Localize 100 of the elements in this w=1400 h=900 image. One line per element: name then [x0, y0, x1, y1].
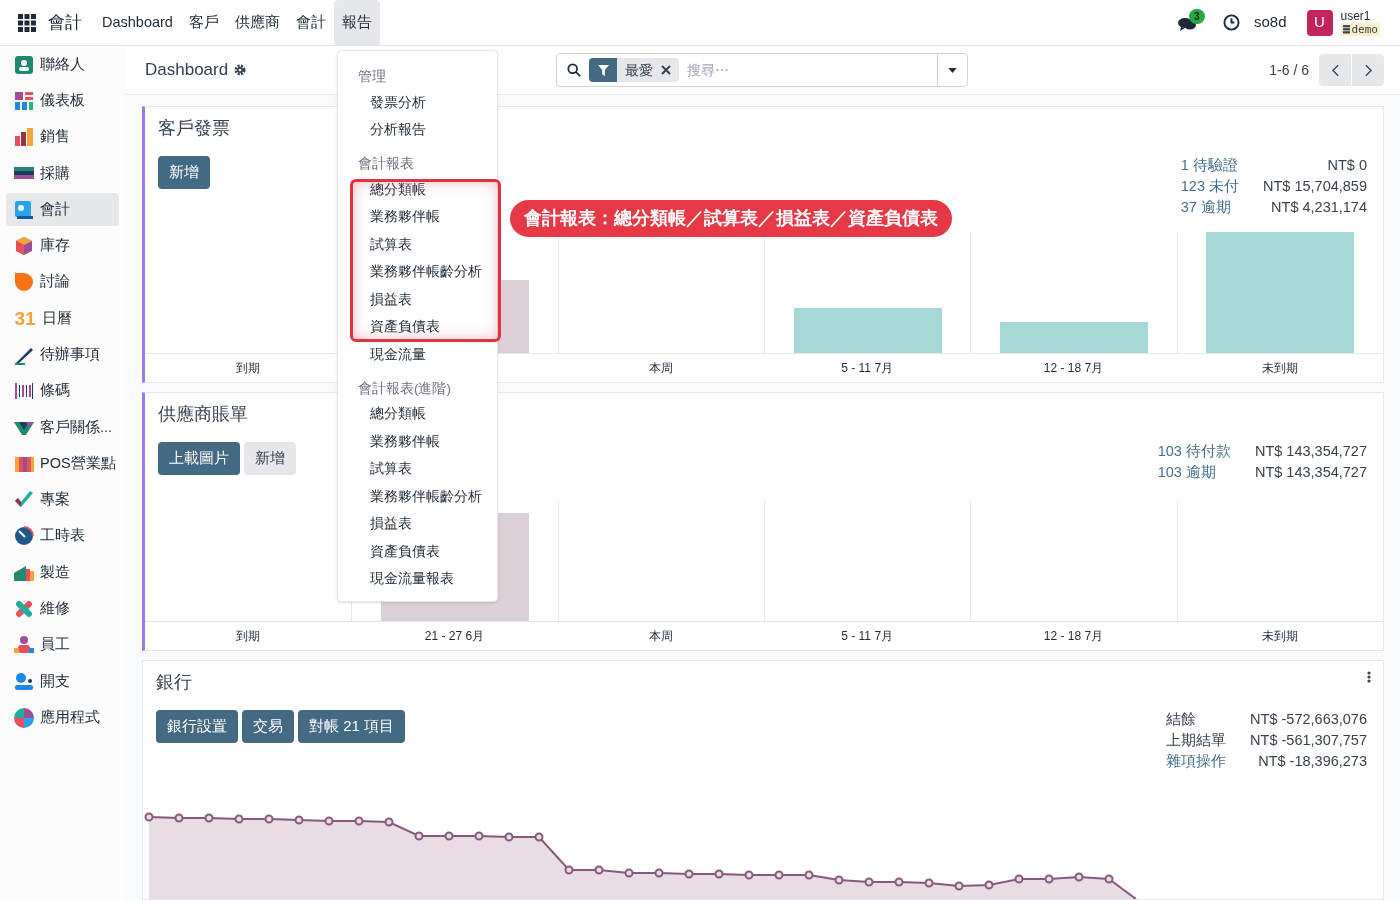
nav-menu-item[interactable]: 會計: [287, 0, 334, 46]
filter-facet[interactable]: 最愛: [589, 58, 680, 82]
search-input[interactable]: 搜尋⋯: [687, 59, 938, 81]
menu-item[interactable]: 試算表: [370, 234, 412, 255]
menu-item[interactable]: 業務夥伴帳齡分析: [370, 486, 482, 507]
stat-label[interactable]: 103 逾期: [1157, 462, 1231, 483]
chart-point: [654, 868, 664, 878]
action-button[interactable]: 銀行設置: [156, 710, 238, 743]
chart-point: [864, 877, 874, 887]
stat-label[interactable]: 123 未付: [1180, 176, 1239, 197]
chart-point: [1044, 874, 1054, 884]
quartered-circle-icon: [14, 707, 34, 728]
chart-point: [894, 877, 904, 887]
sidebar-item[interactable]: 製造: [6, 556, 119, 590]
menu-item[interactable]: 資產負債表: [370, 317, 440, 338]
sidebar-item[interactable]: 維修: [6, 592, 119, 626]
chart-point: [324, 816, 334, 826]
chart-point: [504, 832, 514, 842]
sidebar-item[interactable]: 庫存: [6, 229, 119, 263]
stat-label[interactable]: 雜項操作: [1166, 751, 1227, 772]
menu-item[interactable]: 業務夥伴帳: [370, 207, 440, 228]
sidebar-item[interactable]: 銷售: [6, 120, 119, 154]
stat-value: NT$ -18,396,273: [1257, 752, 1367, 771]
sidebar-label: 聯絡人: [40, 54, 85, 74]
chart-point: [234, 814, 244, 824]
app-grid-icon[interactable]: [18, 13, 36, 32]
sidebar-item[interactable]: POS營業點: [6, 447, 119, 481]
sidebar-item[interactable]: 採購: [6, 156, 119, 190]
sidebar-item[interactable]: 31 日曆: [6, 302, 119, 336]
chart-point: [204, 813, 214, 823]
sidebar-item[interactable]: 條碼: [6, 374, 119, 408]
axis-label: 5 - 11 7月: [841, 360, 894, 377]
speech-bubble-icon: [14, 272, 34, 293]
nav-menu-item[interactable]: 報告: [333, 0, 380, 46]
sidebar-label: 員工: [40, 635, 70, 655]
close-icon[interactable]: [661, 65, 672, 75]
action-button[interactable]: 新增: [244, 442, 296, 475]
chart-point: [384, 817, 394, 827]
nav-menu-item[interactable]: Dashboard: [94, 0, 181, 46]
contact-card-icon: [14, 54, 34, 75]
stat-label[interactable]: 1 待驗證: [1180, 155, 1239, 176]
sidebar-item[interactable]: 工時表: [6, 519, 119, 553]
menu-item[interactable]: 現金流量報表: [370, 569, 454, 590]
sidebar-label: 庫存: [40, 236, 70, 256]
chart-point: [684, 869, 694, 879]
menu-item[interactable]: 分析報告: [370, 120, 426, 141]
axis-label: 到期: [236, 628, 261, 645]
user-avatar[interactable]: U: [1306, 9, 1333, 36]
chart-point: [954, 881, 964, 891]
action-button[interactable]: 新增: [158, 156, 210, 189]
menu-item[interactable]: 業務夥伴帳: [370, 431, 440, 452]
chart-point: [924, 878, 934, 888]
menu-item[interactable]: 資產負債表: [370, 541, 440, 562]
search-field[interactable]: 最愛 搜尋⋯: [556, 53, 969, 87]
breadcrumb: Dashboard: [145, 59, 229, 82]
barcode-icon: [14, 381, 34, 402]
action-button[interactable]: 交易: [242, 710, 294, 743]
menu-item[interactable]: 損益表: [370, 289, 412, 310]
menu-section-heading: 會計報表(進階): [357, 379, 452, 398]
menu-item[interactable]: 總分類帳: [370, 179, 426, 200]
axis-label: 21 - 27 6月: [424, 628, 485, 645]
stat-label[interactable]: 103 待付款: [1157, 441, 1231, 462]
chart-point: [444, 831, 454, 841]
sidebar-item[interactable]: 應用程式: [6, 701, 119, 735]
more-options-icon[interactable]: [1367, 671, 1371, 683]
sidebar-item[interactable]: 會計: [6, 193, 119, 227]
clock-icon[interactable]: [1222, 14, 1240, 31]
menu-item[interactable]: 業務夥伴帳齡分析: [370, 262, 482, 283]
chart-point: [354, 816, 364, 826]
hexagon-icon: [14, 236, 34, 256]
chevron-left-icon: [1331, 63, 1339, 77]
sidebar-item[interactable]: 客戶關係...: [6, 410, 119, 444]
sidebar-label: 維修: [40, 599, 70, 619]
sidebar-item[interactable]: 待辦事項: [6, 338, 119, 372]
card-title: 銀行: [156, 671, 193, 694]
sidebar-item[interactable]: 員工: [6, 628, 119, 662]
action-button[interactable]: 上載圖片: [158, 442, 240, 475]
nav-menu-item[interactable]: 供應商: [226, 0, 288, 46]
menu-item[interactable]: 現金流量: [370, 344, 426, 365]
settings-icon[interactable]: [234, 64, 247, 76]
sidebar-item[interactable]: 專案: [6, 483, 119, 517]
chart-point: [534, 832, 544, 842]
sidebar-item[interactable]: 討論: [6, 265, 119, 299]
company-name[interactable]: so8d: [1253, 11, 1287, 34]
menu-item[interactable]: 總分類帳: [370, 404, 426, 425]
sidebar-label: 採購: [40, 163, 70, 183]
stat-label[interactable]: 37 逾期: [1180, 197, 1239, 218]
menu-section-heading: 管理: [357, 68, 387, 86]
cross-icon: [14, 598, 34, 619]
action-button[interactable]: 對帳 21 項目: [298, 710, 406, 743]
filter-icon: [597, 64, 609, 76]
sidebar-item[interactable]: 聯絡人: [6, 48, 119, 81]
menu-item[interactable]: 發票分析: [370, 92, 426, 113]
menu-item[interactable]: 損益表: [370, 514, 412, 535]
chart-point: [594, 865, 604, 875]
nav-menu-item[interactable]: 客戶: [180, 0, 227, 46]
sidebar-item[interactable]: 開支: [6, 665, 119, 699]
facet-label: 最愛: [624, 60, 655, 80]
sidebar-item[interactable]: 儀表板: [6, 84, 119, 118]
menu-item[interactable]: 試算表: [370, 459, 412, 480]
